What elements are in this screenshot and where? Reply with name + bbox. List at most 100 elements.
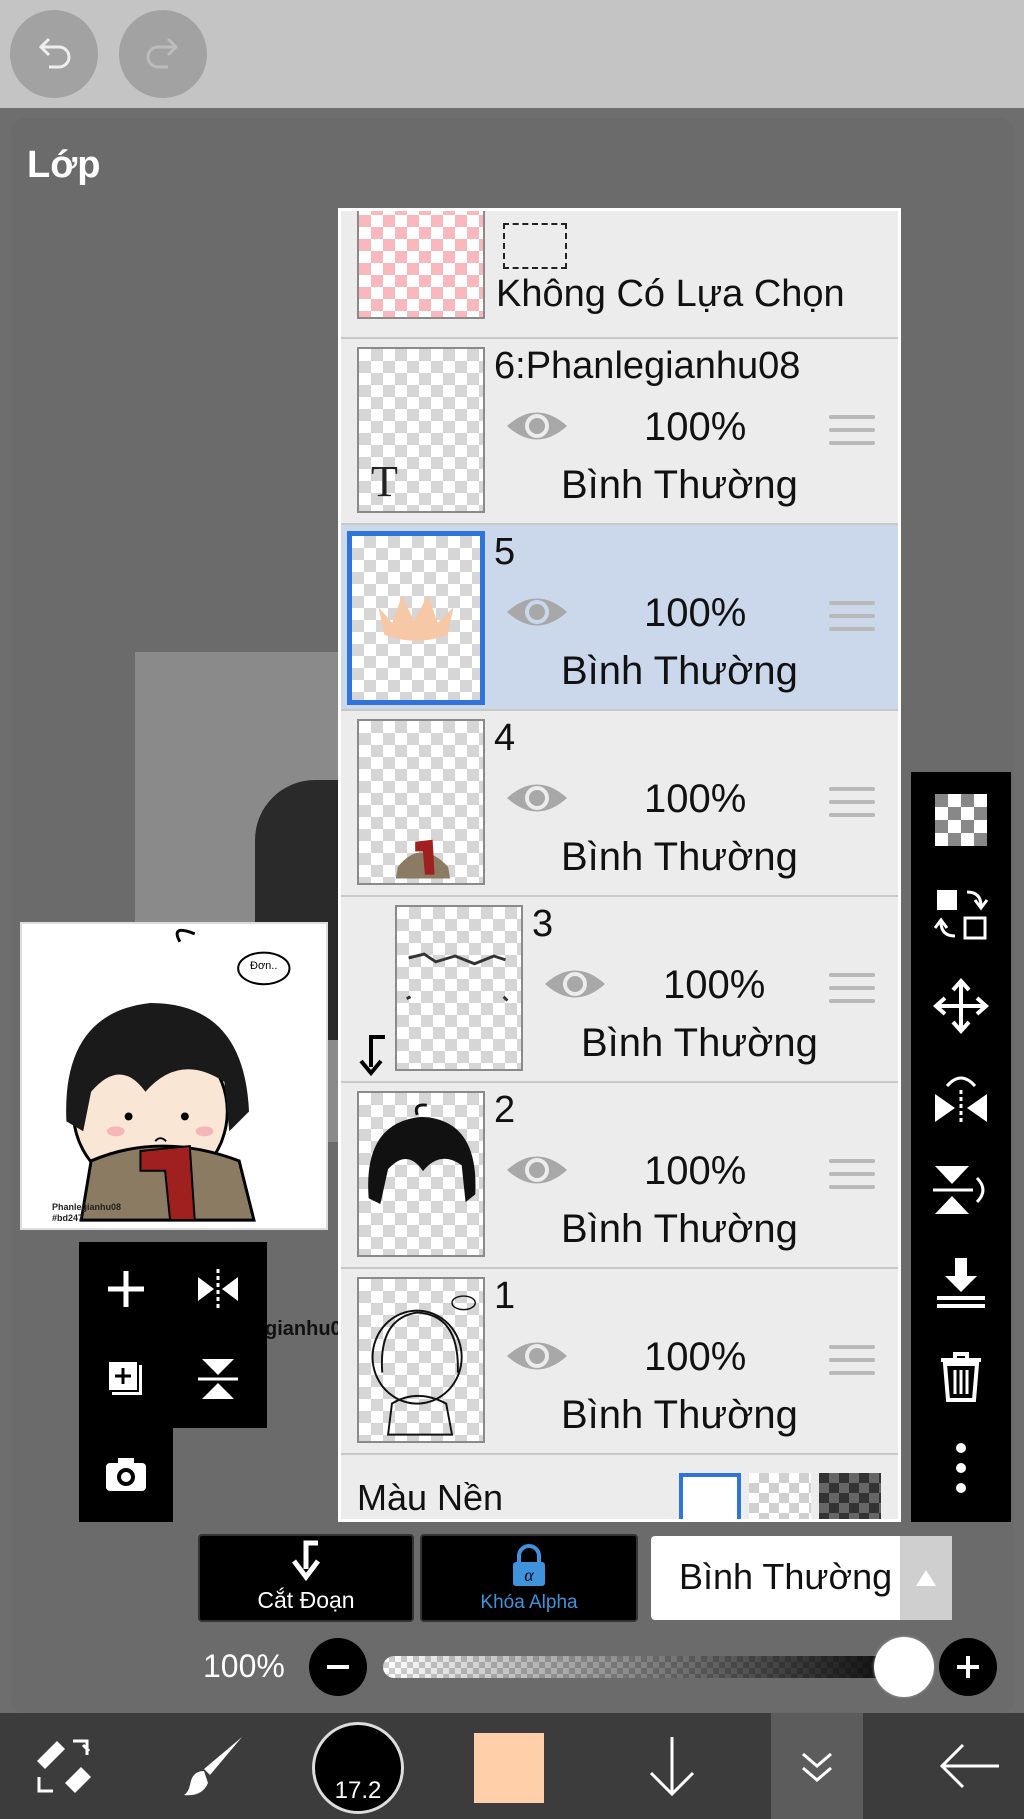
layer-row[interactable]: 2 100% Bình Thường [341,1083,898,1269]
clip-arrow-icon [359,1035,385,1077]
current-color-swatch[interactable] [474,1733,544,1803]
bg-checker-option[interactable] [749,1473,811,1519]
panel-title: Lớp [27,144,101,186]
layer-opacity: 100% [644,1149,747,1193]
swap-layer-button[interactable] [925,878,997,950]
bg-white-option[interactable] [679,1473,741,1519]
layer-row[interactable]: 1 100% Bình Thường [341,1269,898,1455]
layer-down-button[interactable] [622,1713,722,1819]
eye-icon[interactable] [504,403,570,449]
layer-name: 1 [494,1275,516,1317]
flip-vertical-icon [198,1359,238,1399]
brush-size-indicator[interactable]: 17.2 [312,1722,404,1814]
layer-row[interactable]: 5 100% Bình Thường [341,525,898,711]
flip-layer-vertical-button[interactable] [925,1154,997,1226]
opacity-label: 100% [203,1648,285,1684]
double-chevron-down-icon [802,1752,832,1782]
skin-shape [378,595,454,641]
clipping-button[interactable]: Cắt Đoạn [198,1534,414,1622]
drag-handle-icon[interactable] [829,973,875,1003]
trash-icon [941,1352,981,1402]
opacity-slider-knob[interactable] [874,1637,934,1697]
eye-icon[interactable] [504,775,570,821]
flip-horizontal-button[interactable] [173,1244,263,1334]
plus-icon [108,1271,144,1307]
layer-name: 2 [494,1089,516,1131]
layer-blend-mode: Bình Thường [561,835,798,879]
layer-thumbnail [357,719,485,885]
layer-name: 4 [494,717,516,759]
drag-handle-icon[interactable] [829,1159,875,1189]
arrow-down-icon [649,1737,695,1797]
back-button[interactable] [920,1713,1020,1819]
layer-list[interactable]: Không Có Lựa Chọn T 6:Phanlegianhu08 100… [338,208,901,1522]
layer-blend-mode: Bình Thường [561,463,798,507]
flip-horizontal-icon [198,1269,238,1309]
bg-dark-checker-option[interactable] [819,1473,881,1519]
collapse-panel-button[interactable] [771,1713,863,1819]
add-layer-button[interactable] [81,1244,171,1334]
layer-name: 6:Phanlegianhu08 [494,345,801,387]
merge-down-icon [937,1258,985,1308]
layer-row[interactable]: 3 100% Bình Thường [341,897,898,1083]
delete-layer-button[interactable] [925,1340,997,1412]
redo-icon [146,37,179,69]
layer-row[interactable]: T 6:Phanlegianhu08 100% Bình Thường [341,339,898,525]
svg-text:α: α [524,1565,534,1585]
layer-row[interactable]: 4 100% Bình Thường [341,711,898,897]
top-bar [0,0,1024,108]
background-color-row: Màu Nền [341,1455,898,1519]
lineart-shape [371,1295,476,1436]
transparency-button[interactable] [925,784,997,856]
drag-handle-icon[interactable] [829,601,875,631]
opacity-decrease-button[interactable] [309,1638,367,1696]
eye-icon[interactable] [504,589,570,635]
more-options-button[interactable] [925,1432,997,1504]
more-vertical-icon [956,1443,966,1493]
layer-opacity: 100% [644,1335,747,1379]
selection-layer-row[interactable]: Không Có Lựa Chọn [341,211,898,339]
text-layer-icon: T [371,457,398,506]
drag-handle-icon[interactable] [829,415,875,445]
marquee-icon [503,223,567,269]
lock-icon: α [513,1544,545,1586]
redo-button[interactable] [119,10,207,98]
undo-icon [38,37,71,69]
checkerboard-icon [935,794,987,846]
layer-blend-mode: Bình Thường [561,649,798,693]
alpha-lock-button[interactable]: α Khóa Alpha [420,1534,638,1622]
eye-icon[interactable] [504,1333,570,1379]
merge-down-button[interactable] [925,1248,997,1320]
layer-opacity: 100% [644,777,747,821]
drag-handle-icon[interactable] [829,787,875,817]
eraser-swap-icon [37,1739,91,1793]
plus-icon [957,1656,979,1678]
flip-vertical-button[interactable] [173,1334,263,1424]
camera-icon [106,1458,146,1491]
transform-eraser-button[interactable] [14,1713,114,1819]
flip-layer-horizontal-button[interactable] [925,1062,997,1134]
eye-icon[interactable] [542,961,608,1007]
brush-size-value: 17.2 [334,1777,382,1804]
drag-handle-icon[interactable] [829,1345,875,1375]
flip-horizontal-icon [935,1076,987,1124]
opacity-increase-button[interactable] [939,1638,997,1696]
clip-arrow-icon [292,1540,320,1582]
chevron-up-icon [900,1536,952,1620]
body-shape [395,839,451,879]
clipping-label: Cắt Đoạn [257,1587,355,1613]
opacity-slider[interactable] [383,1656,921,1678]
undo-button[interactable] [10,10,98,98]
layer-opacity: 100% [644,591,747,635]
duplicate-layer-button[interactable] [81,1334,171,1424]
camera-button[interactable] [81,1430,171,1520]
canvas-preview[interactable]: Đơn.. Phanlegianhu08 #bd247 [20,922,328,1230]
duplicate-layer-icon [107,1360,142,1395]
brush-tool-button[interactable] [165,1713,265,1819]
flip-vertical-icon [933,1166,985,1214]
brush-icon [184,1737,242,1796]
move-button[interactable] [925,970,997,1042]
background-color-label: Màu Nền [357,1477,504,1518]
blend-mode-select[interactable]: Bình Thường [651,1536,952,1620]
eye-icon[interactable] [504,1147,570,1193]
